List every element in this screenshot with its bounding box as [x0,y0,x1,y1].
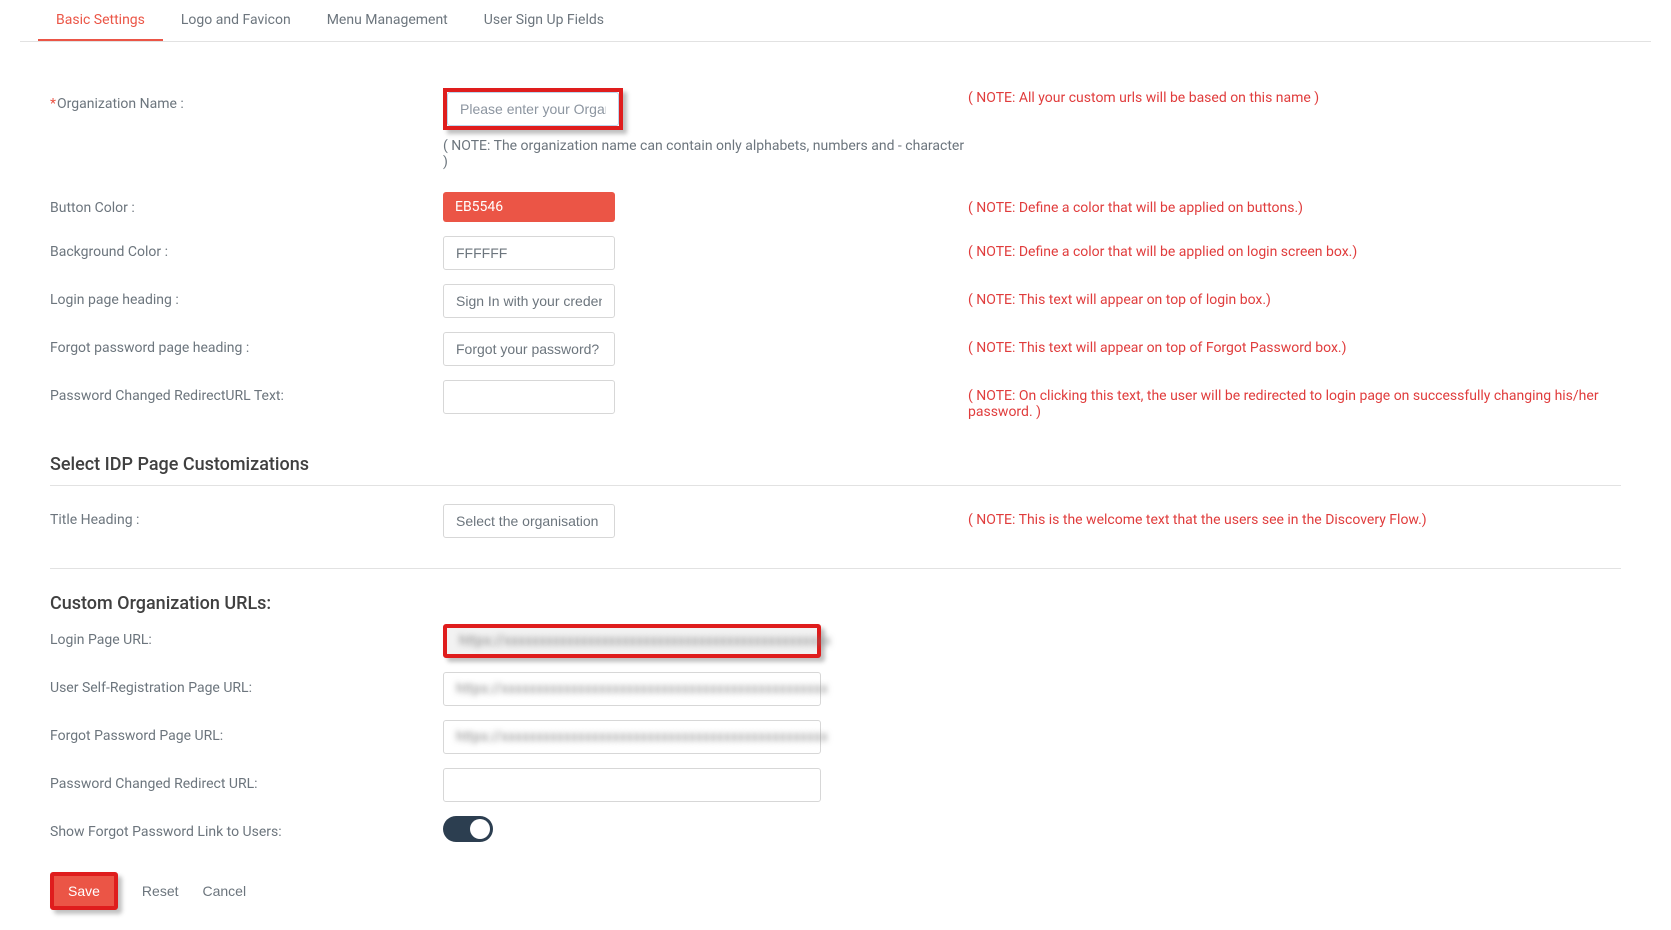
tab-basic-settings[interactable]: Basic Settings [38,0,163,41]
tab-logo-favicon[interactable]: Logo and Favicon [163,0,309,41]
redirect-text-input[interactable] [443,380,615,414]
background-color-input[interactable] [443,236,615,270]
login-heading-note: ( NOTE: This text will appear on top of … [968,284,1621,308]
button-color-note: ( NOTE: Define a color that will be appl… [968,192,1621,216]
org-name-input[interactable] [447,92,619,126]
reset-button[interactable]: Reset [142,883,179,899]
org-name-sidenote: ( NOTE: All your custom urls will be bas… [968,82,1621,106]
login-url-field: https://xxxxxxxxxxxxxxxxxxxxxxxxxxxxxxxx… [443,624,821,658]
cancel-button[interactable]: Cancel [203,883,247,899]
title-heading-label: Title Heading : [50,504,443,528]
background-color-note: ( NOTE: Define a color that will be appl… [968,236,1621,260]
self-reg-url-label: User Self-Registration Page URL: [50,672,443,696]
toggle-knob [470,819,490,839]
show-forgot-toggle[interactable] [443,816,493,842]
redirect-text-label: Password Changed RedirectURL Text: [50,380,443,404]
show-forgot-label: Show Forgot Password Link to Users: [50,816,443,840]
tab-user-signup-fields[interactable]: User Sign Up Fields [466,0,622,41]
login-heading-label: Login page heading : [50,284,443,308]
urls-section-heading: Custom Organization URLs: [50,587,1621,624]
tab-menu-management[interactable]: Menu Management [309,0,466,41]
org-name-label: Organization Name : [50,88,443,112]
button-color-label: Button Color : [50,192,443,216]
redirect-text-note: ( NOTE: On clicking this text, the user … [968,380,1621,420]
login-url-label: Login Page URL: [50,624,443,648]
background-color-label: Background Color : [50,236,443,260]
forgot-url-field: https://xxxxxxxxxxxxxxxxxxxxxxxxxxxxxxxx… [443,720,821,754]
forgot-heading-note: ( NOTE: This text will appear on top of … [968,332,1621,356]
save-button[interactable]: Save [50,872,118,910]
pwd-redirect-url-label: Password Changed Redirect URL: [50,768,443,792]
forgot-url-label: Forgot Password Page URL: [50,720,443,744]
title-heading-note: ( NOTE: This is the welcome text that th… [968,504,1621,528]
self-reg-url-field: https://xxxxxxxxxxxxxxxxxxxxxxxxxxxxxxxx… [443,672,821,706]
forgot-heading-label: Forgot password page heading : [50,332,443,356]
title-heading-input[interactable] [443,504,615,538]
org-name-subnote: ( NOTE: The organization name can contai… [443,138,968,170]
idp-section-heading: Select IDP Page Customizations [50,434,1621,485]
pwd-redirect-url-input[interactable] [443,768,821,802]
tabs-bar: Basic Settings Logo and Favicon Menu Man… [20,0,1651,42]
forgot-heading-input[interactable] [443,332,615,366]
login-heading-input[interactable] [443,284,615,318]
button-color-input[interactable]: EB5546 [443,192,615,222]
